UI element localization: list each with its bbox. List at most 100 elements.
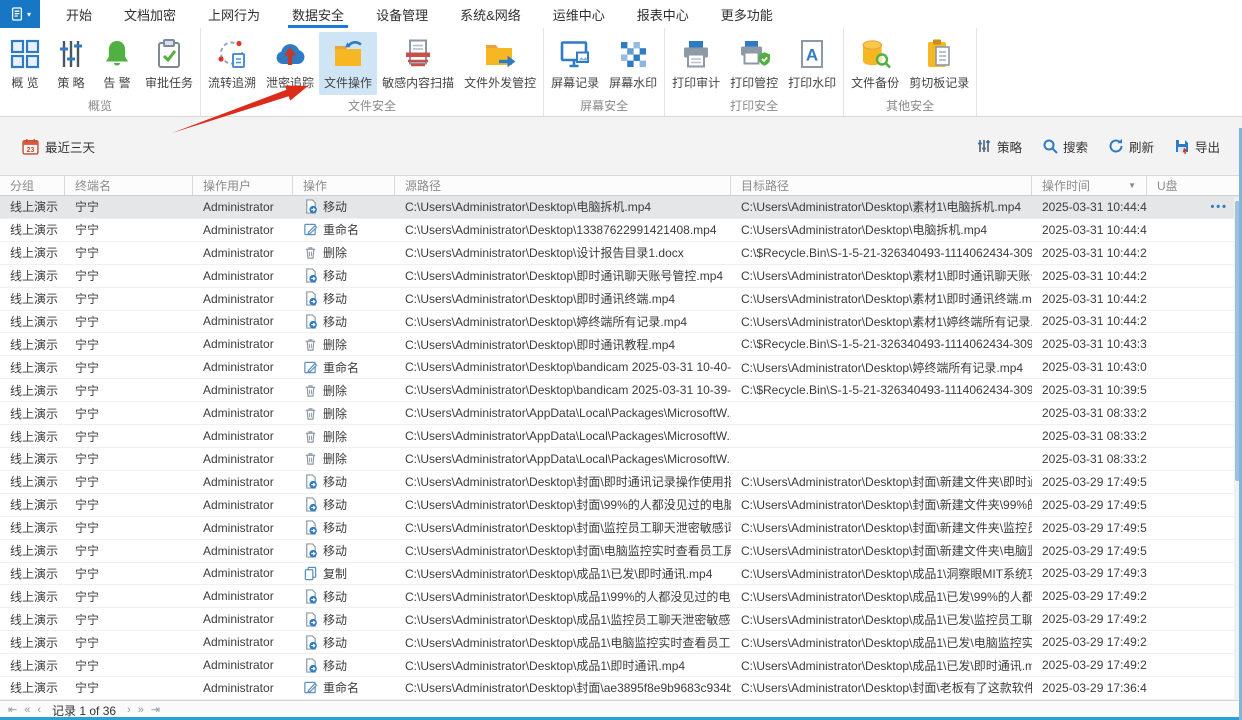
fast-prev-icon[interactable]: « <box>24 705 30 716</box>
ribbon-button-file-operation-folder[interactable]: 文件操作 <box>319 32 378 95</box>
table-row[interactable]: 线上演示 宁宁 Administrator 移动 C:\Users\Administra… <box>0 493 1242 517</box>
cell-group: 线上演示 <box>10 475 59 490</box>
sensitive-scan-icon <box>402 38 434 70</box>
table-row[interactable]: 线上演示 宁宁 Administrator 重命名 C:\Users\Administr… <box>0 218 1242 242</box>
cell-terminal: 宁宁 <box>75 589 100 604</box>
column-header-3[interactable]: 操作 <box>293 176 395 195</box>
next-page-icon[interactable]: › <box>127 705 131 716</box>
toolbar-action-search[interactable]: 搜索 <box>1042 137 1088 156</box>
cell-target-path: C:\Users\Administrator\Desktop\素材1\婷终端所有… <box>741 314 1032 329</box>
copy-icon <box>303 566 318 581</box>
menu-item-6[interactable]: 运维中心 <box>537 0 621 28</box>
rename-icon <box>303 360 318 375</box>
ribbon-button-label: 屏幕记录 <box>551 76 600 90</box>
table-row[interactable]: 线上演示 宁宁 Administrator 移动 C:\Users\Administra… <box>0 287 1242 311</box>
ribbon-group: 打印审计 打印管控 A 打印水印 打印安全 <box>665 28 845 116</box>
ribbon-button-overview-grid[interactable]: 概 览 <box>2 32 48 95</box>
cell-group: 线上演示 <box>10 635 59 650</box>
table-row[interactable]: 线上演示 宁宁 Administrator 移动 C:\Users\Administra… <box>0 310 1242 334</box>
sort-desc-icon[interactable]: ▼ <box>1128 181 1136 190</box>
table-row[interactable]: 线上演示 宁宁 Administrator 移动 C:\Users\Administra… <box>0 264 1242 288</box>
table-row[interactable]: 线上演示 宁宁 Administrator 移动 C:\Users\Administra… <box>0 608 1242 632</box>
ribbon-button-screen-record[interactable]: 屏幕记录 <box>546 32 604 95</box>
table-row[interactable]: 线上演示 宁宁 Administrator 删除 C:\Users\Administra… <box>0 379 1242 403</box>
table-row[interactable]: 线上演示 宁宁 Administrator 移动 C:\Users\Administra… <box>0 470 1242 494</box>
ribbon-button-label: 文件备份 <box>851 76 900 90</box>
cell-operation: 删除 <box>293 402 395 424</box>
toolbar-action-label: 策略 <box>996 140 1022 155</box>
table-row[interactable]: 线上演示 宁宁 Administrator 删除 C:\Users\Administra… <box>0 333 1242 357</box>
ribbon-button-trace-cycle[interactable]: 流转追溯 <box>203 32 261 95</box>
ribbon-button-print-audit[interactable]: 打印审计 <box>667 32 725 95</box>
cell-terminal: 宁宁 <box>75 566 100 581</box>
table-row[interactable]: 线上演示 宁宁 Administrator 重命名 C:\Users\Administr… <box>0 356 1242 380</box>
row-more-actions-button[interactable]: ••• <box>1210 201 1228 213</box>
table-row[interactable]: 线上演示 宁宁 Administrator 重命名 C:\Users\Administr… <box>0 677 1242 700</box>
table-row[interactable]: 线上演示 宁宁 Administrator 复制 C:\Users\Administra… <box>0 562 1242 586</box>
cell-group: 线上演示 <box>10 429 59 444</box>
table-row[interactable]: 线上演示 宁宁 Administrator 移动 C:\Users\Administra… <box>0 516 1242 540</box>
column-header-4[interactable]: 源路径 <box>395 176 731 195</box>
prev-page-icon[interactable]: ‹ <box>37 705 41 716</box>
ribbon-button-file-backup[interactable]: 文件备份 <box>846 32 904 95</box>
column-header-label: 分组 <box>10 179 35 193</box>
menu-item-4[interactable]: 设备管理 <box>360 0 444 28</box>
app-document-icon <box>11 7 23 21</box>
column-header-6[interactable]: 操作时间 ▼ <box>1032 176 1147 195</box>
first-page-icon[interactable]: ⇤ <box>8 705 17 716</box>
clipboard-record-icon <box>923 38 955 70</box>
toolbar-action-export[interactable]: 导出 <box>1174 137 1220 156</box>
ribbon-group: 流转追溯 泄密追踪 文件操作 敏感内容扫描 文件外发管控 文件安全 <box>201 28 545 116</box>
menu-item-2[interactable]: 上网行为 <box>192 0 276 28</box>
menu-item-0[interactable]: 开始 <box>50 0 108 28</box>
ribbon-button-label: 流转追溯 <box>208 76 257 90</box>
cell-target-path <box>731 402 1032 424</box>
table-row[interactable]: 线上演示 宁宁 Administrator 删除 C:\Users\Administra… <box>0 402 1242 426</box>
menu-item-3[interactable]: 数据安全 <box>276 0 360 28</box>
ribbon-button-policy-sliders[interactable]: 策 略 <box>48 32 94 95</box>
cell-target-path: C:\Users\Administrator\Desktop\素材1\电脑拆机.… <box>741 200 1022 215</box>
column-header-5[interactable]: 目标路径 <box>731 176 1032 195</box>
cell-operation: 删除 <box>293 425 395 447</box>
ribbon-button-file-outgoing-folder[interactable]: 文件外发管控 <box>459 32 541 95</box>
ribbon-button-alert-bell[interactable]: 告 警 <box>94 32 140 95</box>
app-menu-button[interactable]: ▾ <box>0 0 40 28</box>
last-page-icon[interactable]: ⇥ <box>151 705 160 716</box>
table-row[interactable]: 线上演示 宁宁 Administrator 删除 C:\Users\Administra… <box>0 425 1242 448</box>
ribbon-button-approval-clipboard[interactable]: 审批任务 <box>140 32 198 95</box>
table-row[interactable]: 线上演示 宁宁 Administrator 移动 C:\Users\Administra… <box>0 585 1242 609</box>
table-row[interactable]: 线上演示 宁宁 Administrator 移动 C:\Users\Administra… <box>0 631 1242 655</box>
column-header-7[interactable]: U盘 <box>1147 176 1242 195</box>
date-range-filter[interactable]: 23 最近三天 <box>22 137 95 156</box>
rename-icon <box>303 222 318 237</box>
table-row[interactable]: 线上演示 宁宁 Administrator 移动 C:\Users\Administra… <box>0 654 1242 678</box>
ribbon-button-screen-watermark[interactable]: 屏幕水印 <box>604 32 662 95</box>
menu-item-8[interactable]: 更多功能 <box>705 0 789 28</box>
column-header-label: 目标路径 <box>741 179 790 193</box>
fast-next-icon[interactable]: » <box>138 705 144 716</box>
records-table: 分组 终端名 操作用户 操作 源路径 目标路径 操作时间 ▼ U盘 线上演示 宁宁 Administ… <box>0 175 1242 700</box>
toolbar-action-refresh[interactable]: 刷新 <box>1108 137 1154 156</box>
ribbon-button-print-control[interactable]: 打印管控 <box>725 32 783 95</box>
column-header-1[interactable]: 终端名 <box>65 176 193 195</box>
table-row[interactable]: 线上演示 宁宁 Administrator 删除 C:\Users\Administra… <box>0 241 1242 265</box>
column-header-0[interactable]: 分组 <box>0 176 65 195</box>
move-icon <box>303 543 318 558</box>
column-header-2[interactable]: 操作用户 <box>193 176 293 195</box>
move-icon <box>303 268 318 283</box>
table-row[interactable]: 线上演示 宁宁 Administrator 删除 C:\Users\Administra… <box>0 447 1242 471</box>
menu-item-1[interactable]: 文档加密 <box>108 0 192 28</box>
cell-group: 线上演示 <box>10 246 59 261</box>
ribbon-button-print-watermark[interactable]: A 打印水印 <box>783 32 841 95</box>
ribbon-button-clipboard-record[interactable]: 剪切板记录 <box>904 32 974 95</box>
cell-source-path: C:\Users\Administrator\Desktop\成品1\已发\即时… <box>405 566 713 581</box>
ribbon-button-leak-cloud[interactable]: 泄密追踪 <box>261 32 319 95</box>
table-row[interactable]: 线上演示 宁宁 Administrator 移动 C:\Users\Administra… <box>0 539 1242 563</box>
menubar: ▾ 开始 文档加密 上网行为 数据安全 设备管理 系统&网络 运维中心 报表中心 更多功能 <box>0 0 1242 28</box>
ribbon-button-sensitive-scan[interactable]: 敏感内容扫描 <box>377 32 459 95</box>
menu-item-7[interactable]: 报表中心 <box>621 0 705 28</box>
menu-item-5[interactable]: 系统&网络 <box>444 0 537 28</box>
cell-target-path: C:\Users\Administrator\Desktop\电脑拆机.mp4 <box>741 223 988 238</box>
table-row[interactable]: 线上演示 宁宁 Administrator 移动 C:\Users\Administra… <box>0 196 1242 219</box>
toolbar-action-policy[interactable]: 策略 <box>976 137 1022 156</box>
